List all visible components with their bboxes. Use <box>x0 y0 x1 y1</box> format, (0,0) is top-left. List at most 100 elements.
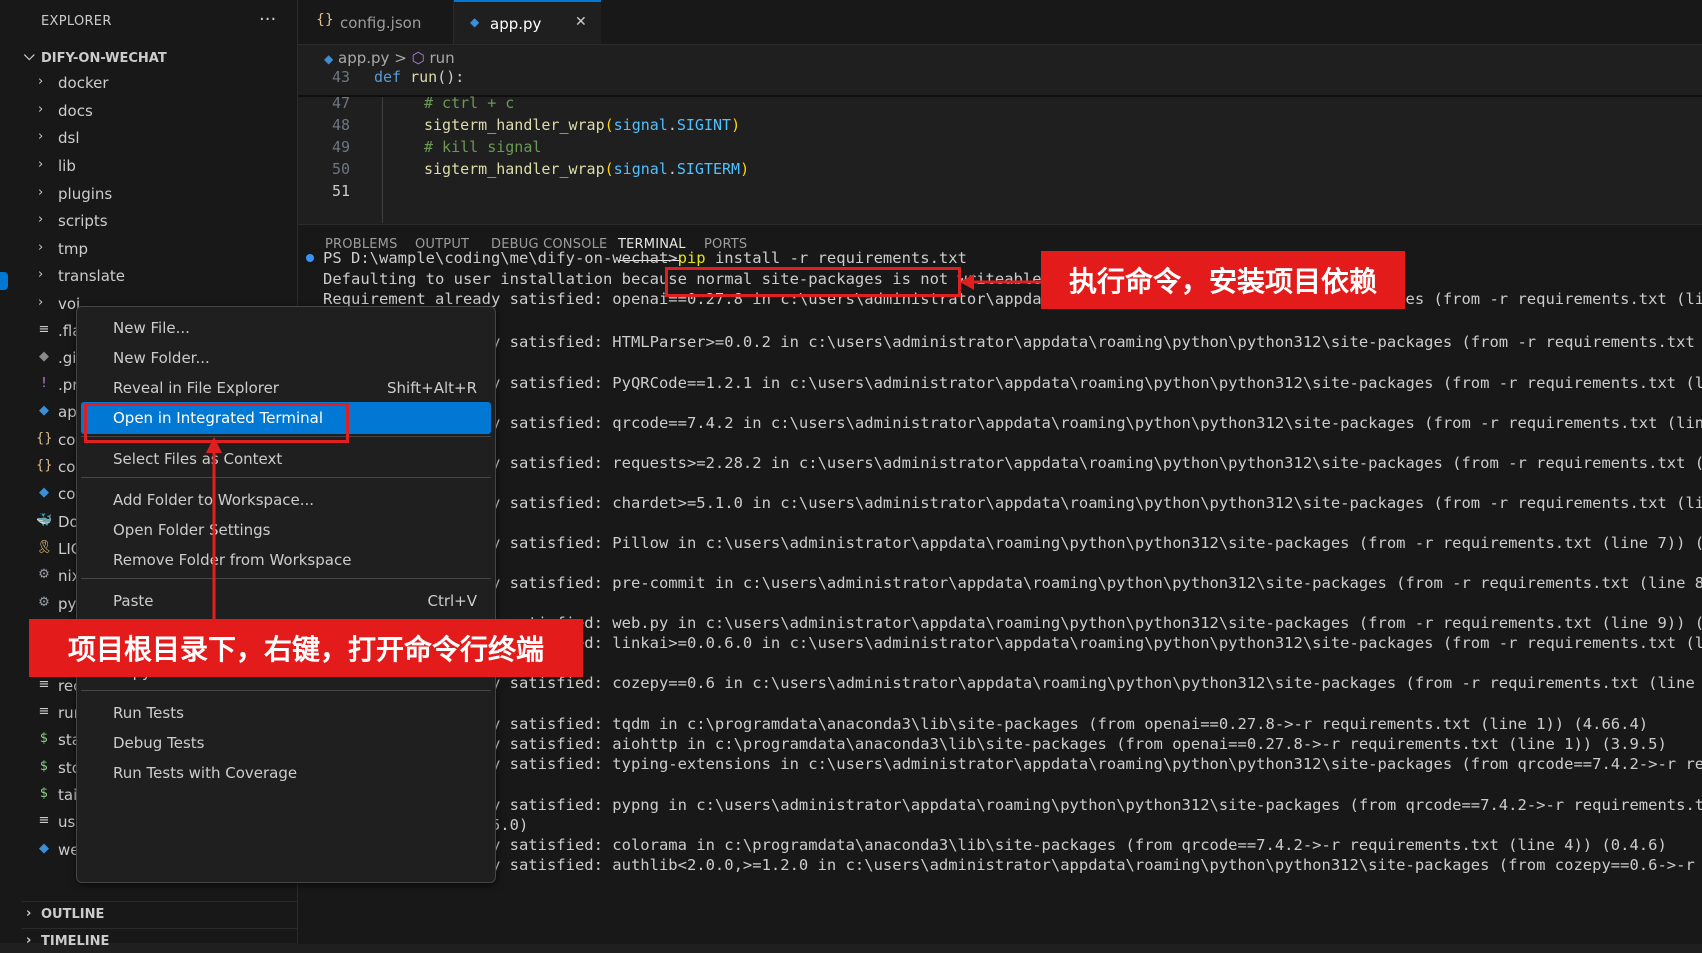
folder-item[interactable]: › tmp <box>22 237 297 263</box>
chevron-right-icon: › <box>38 295 44 310</box>
menu-item-reveal-in-file-explorer[interactable]: Reveal in File Explorer Shift+Alt+R <box>81 372 491 404</box>
chevron-right-icon: › <box>38 129 44 144</box>
python-icon: ◆ <box>39 485 49 500</box>
folder-item[interactable]: › plugins <box>22 182 297 208</box>
close-icon[interactable]: ✕ <box>575 14 587 30</box>
line-number: 50 <box>331 160 350 178</box>
git-icon: ◆ <box>39 349 49 364</box>
code-text: sigterm_handler_wrap(signal.SIGTERM) <box>424 160 750 178</box>
folder-item[interactable]: › scripts <box>22 209 297 235</box>
lines-icon: ≡ <box>38 813 50 828</box>
folder-item[interactable]: › lib <box>22 154 297 180</box>
menu-item-select-files-as-context[interactable]: Select Files as Context <box>81 443 491 475</box>
tab-label: app.py <box>490 15 542 33</box>
terminal-line: Requirement already satisfied: aiohttp i… <box>323 735 1667 753</box>
chevron-right-icon: › <box>26 933 32 948</box>
warning-icon: ! <box>41 376 47 391</box>
breadcrumb-separator: > <box>394 49 407 67</box>
code-text: def run(): <box>374 68 465 86</box>
menu-item-new-folder[interactable]: New Folder... <box>81 342 491 374</box>
menu-item-label: Debug Tests <box>113 734 205 752</box>
terminal-line: Requirement already satisfied: Pillow in… <box>323 534 1702 552</box>
breadcrumb-file[interactable]: app.py <box>338 49 389 67</box>
code-text: sigterm_handler_wrap(signal.SIGINT) <box>424 116 741 134</box>
chevron-right-icon: › <box>38 267 44 282</box>
explorer-title: EXPLORER <box>41 14 112 29</box>
menu-item-label: New File... <box>113 319 190 337</box>
folder-item[interactable]: › docker <box>22 71 297 97</box>
folder-label: lib <box>58 157 76 175</box>
code-line: 49 # kill signal <box>298 136 1702 158</box>
workspace-root-label: DIFY-ON-WECHAT <box>41 51 167 66</box>
folder-label: translate <box>58 267 126 285</box>
activity-indicator <box>0 272 8 290</box>
command-decoration-icon <box>306 254 314 262</box>
tab-config-json[interactable]: {} config.json <box>298 0 454 44</box>
lines-icon: ≡ <box>38 322 50 337</box>
chevron-right-icon: › <box>38 240 44 255</box>
timeline-label: TIMELINE <box>41 934 110 949</box>
menu-item-new-file[interactable]: New File... <box>81 312 491 344</box>
code-comment: # ctrl + c <box>424 94 515 112</box>
json-icon: {} <box>316 12 334 28</box>
json-icon: {} <box>36 458 53 473</box>
folder-label: docs <box>58 102 93 120</box>
file-label: py <box>58 595 77 613</box>
terminal-line: Requirement already satisfied: authlib<2… <box>323 856 1702 874</box>
tab-app-py[interactable]: ◆ app.py ✕ <box>454 0 601 44</box>
editor-tabs: {} config.json ◆ app.py ✕ <box>298 0 1702 45</box>
breadcrumb: ◆ app.py > ⬡ run <box>324 49 455 67</box>
outline-section[interactable]: › OUTLINE <box>22 901 297 926</box>
menu-item-label: Run Tests with Coverage <box>113 764 298 782</box>
menu-item-shortcut: Ctrl+V <box>427 592 477 610</box>
folder-item[interactable]: › docs <box>22 99 297 125</box>
chevron-right-icon: › <box>38 102 44 117</box>
menu-item-run-tests[interactable]: Run Tests <box>81 697 491 729</box>
workspace-root[interactable]: ⌵ DIFY-ON-WECHAT <box>22 48 297 70</box>
python-icon: ◆ <box>470 15 480 29</box>
line-number: 51 <box>331 182 350 200</box>
menu-item-label: New Folder... <box>113 349 210 367</box>
code-editor[interactable]: ◆ app.py > ⬡ run 43 def run(): 47 # ctrl… <box>298 45 1702 223</box>
chevron-right-icon: › <box>38 212 44 227</box>
menu-separator <box>81 477 491 478</box>
chevron-right-icon: › <box>38 157 44 172</box>
line-number: 49 <box>331 138 350 156</box>
menu-item-add-folder-to-workspace[interactable]: Add Folder to Workspace... <box>81 484 491 516</box>
menu-item-label: Reveal in File Explorer <box>113 379 279 397</box>
line-number: 48 <box>331 116 350 134</box>
line-number: 47 <box>331 94 350 112</box>
terminal-command-pip: pip <box>677 249 706 267</box>
menu-item-run-tests-with-coverage[interactable]: Run Tests with Coverage <box>81 757 491 789</box>
folder-item[interactable]: › dsl <box>22 126 297 152</box>
chevron-right-icon: › <box>38 185 44 200</box>
terminal-line: Requirement already satisfied: chardet>=… <box>323 494 1702 512</box>
terminal-line: Requirement already satisfied: qrcode==7… <box>323 414 1702 432</box>
shell-icon: $ <box>39 786 49 801</box>
more-actions-icon[interactable]: ··· <box>259 9 276 30</box>
chevron-right-icon: › <box>38 74 44 89</box>
menu-item-open-folder-settings[interactable]: Open Folder Settings <box>81 514 491 546</box>
menu-separator <box>81 690 491 691</box>
folder-item[interactable]: › translate <box>22 264 297 290</box>
folder-label: docker <box>58 74 109 92</box>
terminal-command: install -r requirements.txt <box>705 249 967 267</box>
menu-item-paste[interactable]: Paste Ctrl+V <box>81 585 491 617</box>
outline-label: OUTLINE <box>41 907 105 922</box>
breadcrumb-symbol[interactable]: run <box>429 49 454 67</box>
menu-item-debug-tests[interactable]: Debug Tests <box>81 727 491 759</box>
code-line-current: 51 <box>298 180 1702 202</box>
install-callout: 执行命令，安装项目依赖 <box>1041 251 1405 309</box>
menu-item-label: Remove Folder from Workspace <box>113 551 352 569</box>
lines-icon: ≡ <box>38 704 50 719</box>
menu-separator <box>81 578 491 579</box>
terminal-line: Requirement already satisfied: colorama … <box>323 836 1667 854</box>
menu-item-remove-folder-from-workspace[interactable]: Remove Folder from Workspace <box>81 544 491 576</box>
python-icon: ◆ <box>324 52 334 66</box>
terminal-line: Requirement already satisfied: pypng in … <box>323 796 1702 814</box>
terminal-line: Requirement already satisfied: tqdm in c… <box>323 715 1649 733</box>
folder-label: tmp <box>58 240 89 258</box>
terminal-line: Requirement already satisfied: pre-commi… <box>323 574 1702 592</box>
lines-icon: ≡ <box>38 677 50 692</box>
timeline-section[interactable]: › TIMELINE <box>22 928 297 953</box>
